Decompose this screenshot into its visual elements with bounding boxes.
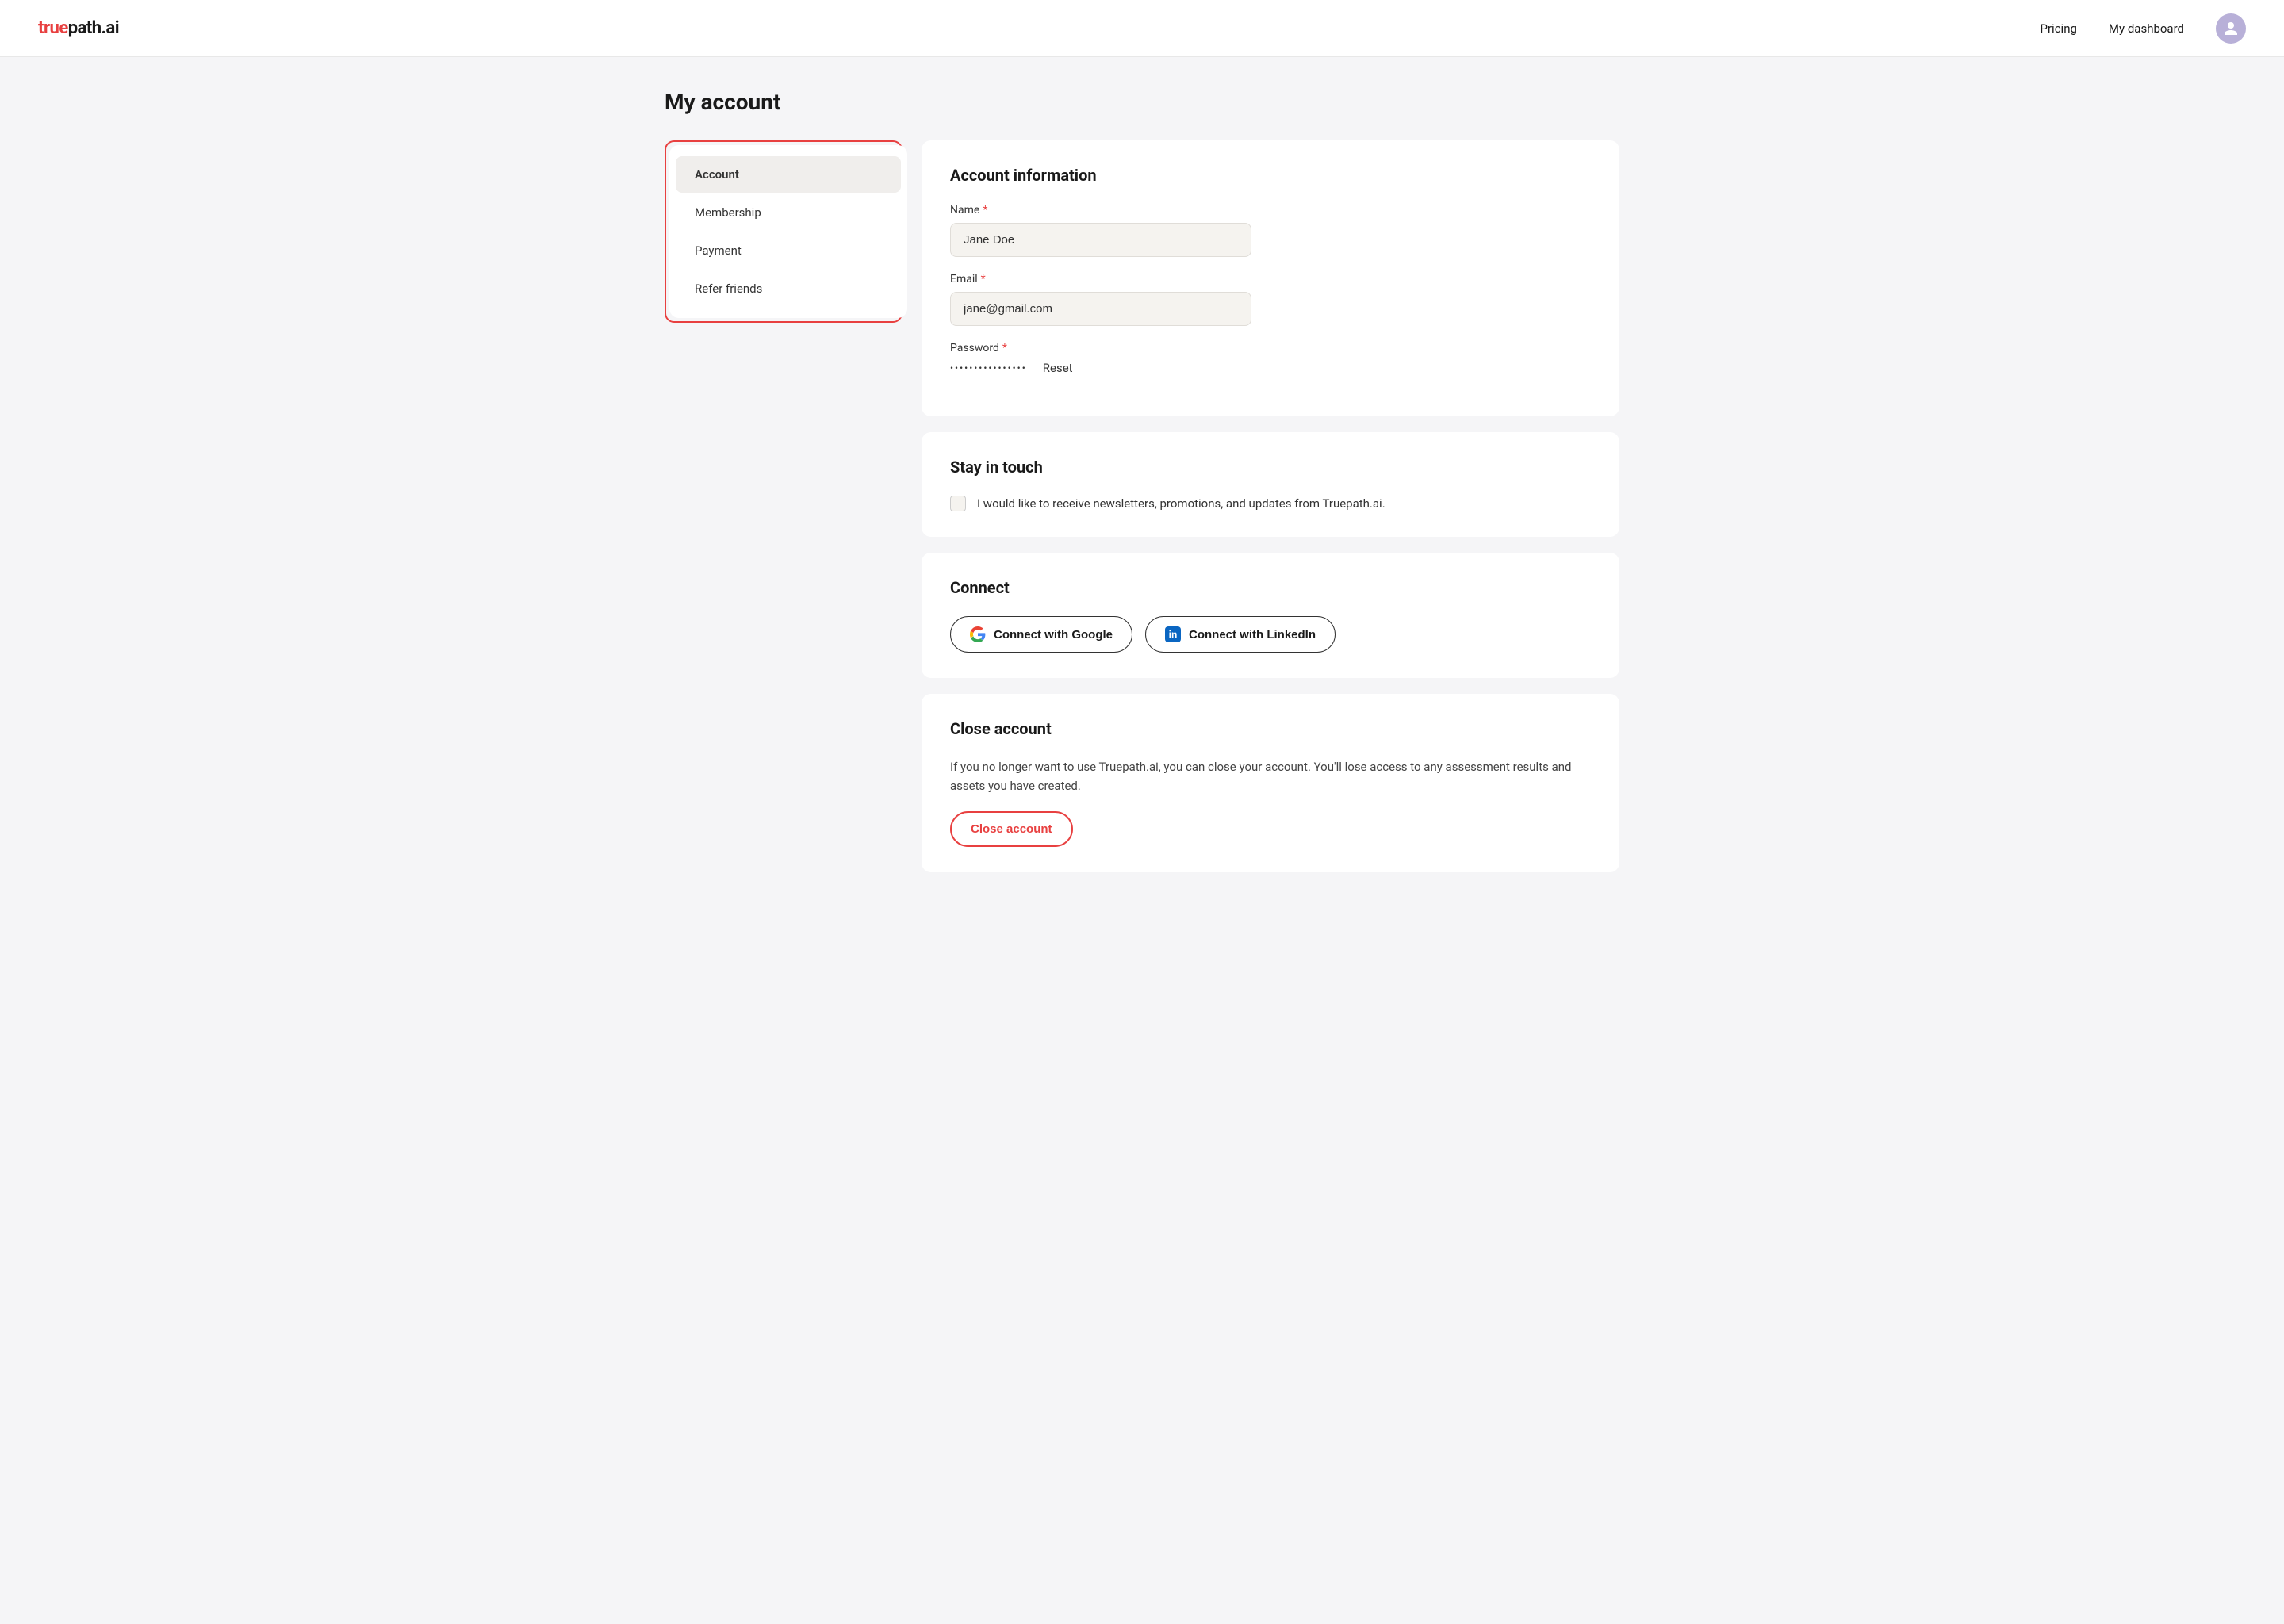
layout: Account Membership Payment Refer friends… xyxy=(665,140,1619,872)
account-info-card: Account information Name * Email * xyxy=(922,140,1619,416)
password-required: * xyxy=(1002,342,1007,354)
name-label: Name * xyxy=(950,204,1591,216)
logo-path: path.ai xyxy=(68,18,119,38)
email-input[interactable] xyxy=(950,292,1251,326)
name-input[interactable] xyxy=(950,223,1251,257)
linkedin-icon: in xyxy=(1165,626,1181,642)
connect-linkedin-button[interactable]: in Connect with LinkedIn xyxy=(1145,616,1336,653)
email-group: Email * xyxy=(950,273,1591,326)
close-account-actions: Close account xyxy=(950,811,1591,847)
password-row: •••••••••••••••• Reset xyxy=(950,361,1591,375)
header: truepath.ai Pricing My dashboard xyxy=(0,0,2284,57)
sidebar-wrapper: Account Membership Payment Refer friends xyxy=(665,140,902,323)
connect-buttons: Connect with Google in Connect with Link… xyxy=(950,616,1591,653)
stay-in-touch-title: Stay in touch xyxy=(950,458,1591,477)
sidebar-item-payment[interactable]: Payment xyxy=(676,232,901,269)
newsletter-label: I would like to receive newsletters, pro… xyxy=(977,496,1385,511)
password-group: Password * •••••••••••••••• Reset xyxy=(950,342,1591,375)
close-account-button[interactable]: Close account xyxy=(950,811,1073,847)
password-dots: •••••••••••••••• xyxy=(950,362,1027,373)
close-account-card: Close account If you no longer want to u… xyxy=(922,694,1619,872)
connect-title: Connect xyxy=(950,578,1591,597)
sidebar-item-membership[interactable]: Membership xyxy=(676,194,901,231)
connect-card: Connect Connect with Google in Conne xyxy=(922,553,1619,678)
main-content: Account information Name * Email * xyxy=(922,140,1619,872)
page-title: My account xyxy=(665,89,1619,115)
account-info-title: Account information xyxy=(950,166,1591,185)
connect-google-label: Connect with Google xyxy=(994,628,1113,642)
close-account-description: If you no longer want to use Truepath.ai… xyxy=(950,757,1591,795)
email-label: Email * xyxy=(950,273,1591,285)
stay-in-touch-card: Stay in touch I would like to receive ne… xyxy=(922,432,1619,537)
reset-password-link[interactable]: Reset xyxy=(1043,361,1073,375)
connect-linkedin-label: Connect with LinkedIn xyxy=(1189,628,1316,642)
close-account-title: Close account xyxy=(950,719,1591,738)
sidebar-item-account[interactable]: Account xyxy=(676,156,901,193)
google-icon xyxy=(970,626,986,642)
pricing-link[interactable]: Pricing xyxy=(2041,21,2077,36)
connect-google-button[interactable]: Connect with Google xyxy=(950,616,1132,653)
avatar[interactable] xyxy=(2216,13,2246,44)
newsletter-checkbox-row: I would like to receive newsletters, pro… xyxy=(950,496,1591,511)
sidebar: Account Membership Payment Refer friends xyxy=(669,145,907,318)
logo[interactable]: truepath.ai xyxy=(38,18,119,38)
email-required: * xyxy=(981,273,986,285)
page: My account Account Membership Payment Re… xyxy=(627,57,1657,904)
name-required: * xyxy=(983,204,987,216)
sidebar-item-refer-friends[interactable]: Refer friends xyxy=(676,270,901,307)
dashboard-link[interactable]: My dashboard xyxy=(2109,21,2184,36)
header-nav: Pricing My dashboard xyxy=(2041,13,2246,44)
user-icon xyxy=(2223,21,2239,36)
password-label: Password * xyxy=(950,342,1591,354)
name-group: Name * xyxy=(950,204,1591,257)
logo-true: true xyxy=(38,18,68,38)
newsletter-checkbox[interactable] xyxy=(950,496,966,511)
